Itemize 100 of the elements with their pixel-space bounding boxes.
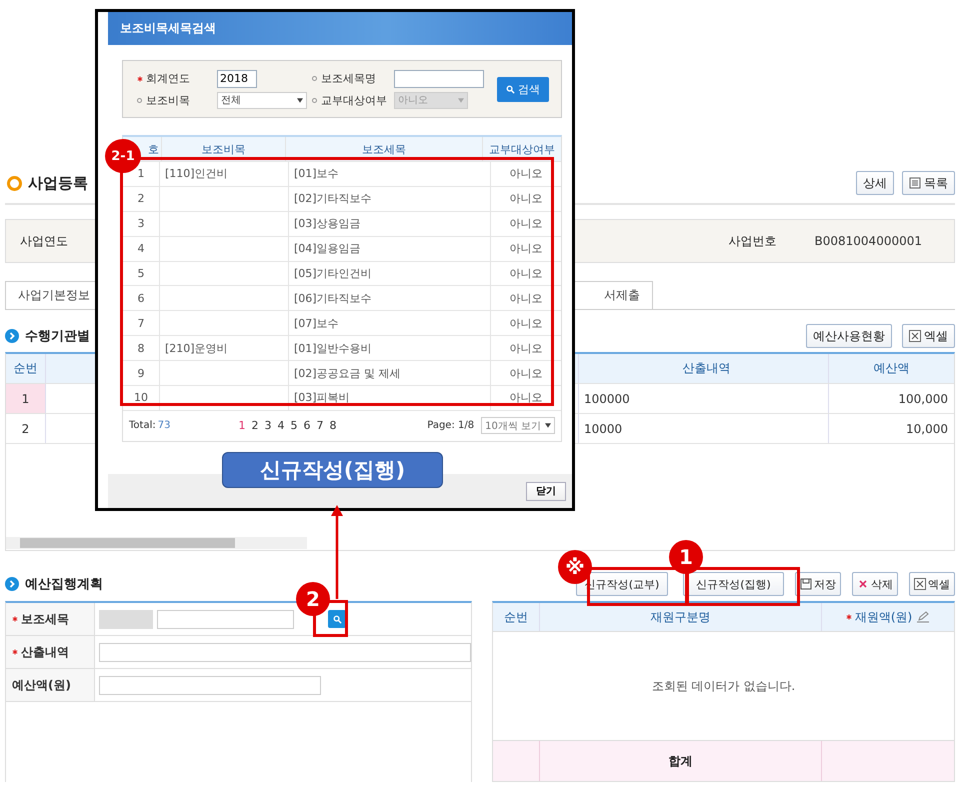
dialog-title: 보조비목세목검색: [108, 12, 572, 45]
input-field[interactable]: [99, 642, 471, 662]
input-field[interactable]: 2018: [217, 70, 257, 88]
table-cell: [02]기타직보수: [289, 186, 491, 211]
field-label: 예산액(원): [12, 676, 71, 694]
column-header: 산출내역: [579, 354, 829, 383]
column-header: 재원액(원): [846, 608, 930, 626]
search-button[interactable]: [328, 610, 346, 628]
table-cell-text: 아니오: [508, 290, 544, 307]
toolbar-button[interactable]: 저장: [795, 572, 841, 596]
table-cell: [02]공공요금 및 제세: [289, 361, 491, 386]
table-cell-text: 아니오: [508, 266, 544, 282]
column-header: 순번: [6, 354, 46, 383]
table-cell: [03]상용임금: [289, 212, 491, 236]
chevron-icon: [5, 577, 19, 591]
page-size-dropdown[interactable]: 10개씩 보기: [481, 417, 555, 434]
ring-icon: [7, 176, 22, 190]
table-cell: [06]기타직보수: [289, 286, 491, 310]
column-header: 보조비목: [162, 137, 286, 161]
field-label: 교부대상여부: [312, 92, 387, 108]
step-badge: 2: [296, 582, 330, 616]
table-cell: [01]일반수용비: [289, 336, 491, 360]
excel-icon: [914, 578, 926, 590]
page-link[interactable]: 2: [251, 419, 258, 432]
excel-icon: [909, 330, 921, 342]
page-link[interactable]: 7: [316, 419, 324, 432]
total-count: 73: [158, 420, 170, 432]
toolbar-button[interactable]: 엑셀: [909, 572, 955, 596]
table-cell: 10000: [579, 414, 829, 443]
table-cell: 2: [6, 414, 46, 443]
chevron-icon: [5, 329, 19, 343]
page-link[interactable]: 1: [238, 419, 246, 432]
table-cell-text: 아니오: [508, 166, 544, 182]
field-label: 사업연도: [20, 232, 68, 250]
caret-icon: [297, 98, 303, 102]
table-cell-text: 아니오: [508, 191, 544, 208]
input-field[interactable]: [157, 610, 294, 628]
table-cell: [03]피복비: [289, 386, 491, 410]
table-cell: 5: [123, 262, 160, 286]
page-link[interactable]: 3: [264, 419, 272, 432]
table-cell: 10: [123, 386, 160, 410]
header-button[interactable]: 목록: [902, 171, 955, 195]
page-link[interactable]: 8: [329, 419, 336, 432]
page-title: 사업등록: [28, 174, 88, 192]
toolbar-button[interactable]: 엑셀: [902, 324, 955, 348]
table-cell: [05]기타인건비: [289, 262, 491, 286]
table-cell-text: 아니오: [508, 390, 544, 406]
save-icon: [800, 578, 812, 590]
section-title: 예산집행계획: [25, 576, 103, 593]
toolbar-button[interactable]: 신규작성(집행): [683, 572, 784, 596]
column-header: 순번: [504, 608, 528, 626]
table-cell: [110]인건비: [165, 166, 228, 182]
field-label: 사업번호: [728, 232, 777, 250]
field-label: 산출내역: [12, 644, 69, 660]
table-cell-text: 10,000: [905, 420, 949, 438]
empty-message: 조회된 데이터가 없습니다.: [652, 678, 796, 694]
table-cell: 7: [123, 311, 160, 336]
input-field[interactable]: [99, 676, 321, 694]
step-badge: 1: [669, 540, 703, 574]
column-header: 재원구분명: [650, 608, 710, 626]
table-cell: 6: [123, 286, 160, 310]
field-label: 보조세목명: [312, 71, 376, 86]
caret-icon: [545, 423, 551, 428]
field-label: 보조비목: [137, 92, 190, 108]
page-link[interactable]: 6: [303, 419, 310, 432]
table-cell: [01]보수: [289, 162, 491, 186]
table-cell-text: 아니오: [508, 316, 544, 332]
search-icon: [506, 84, 515, 94]
table-cell: [07]보수: [289, 311, 491, 336]
search-button[interactable]: 검색: [497, 76, 549, 102]
step-badge: ※: [558, 550, 592, 584]
search-icon: [332, 614, 342, 624]
toolbar-button[interactable]: 예산사용현황: [806, 324, 892, 348]
close-button[interactable]: 닫기: [526, 482, 566, 500]
page-info: Page: 1/8: [427, 420, 474, 432]
callout-label: 신규작성(집행): [222, 452, 443, 488]
column-header: 교부대상여부: [488, 142, 556, 158]
page-link[interactable]: 5: [290, 419, 298, 432]
table-cell: 1: [6, 384, 46, 413]
caret-icon: [458, 98, 464, 102]
table-cell-text: 아니오: [508, 216, 544, 232]
scrollbar[interactable]: [6, 537, 307, 549]
table-cell: 100000: [579, 384, 829, 413]
total-label: 합계: [540, 741, 822, 781]
toolbar-button[interactable]: 삭제: [852, 572, 898, 596]
dropdown[interactable]: 전체: [217, 92, 307, 108]
table-cell: [04]일용임금: [289, 236, 491, 261]
section-title: 수행기관별: [25, 328, 90, 345]
field-value: B0081004000001: [814, 234, 922, 248]
delete-icon: [857, 578, 869, 590]
table-cell-text: 아니오: [508, 366, 544, 382]
table-cell: [210]운영비: [165, 340, 228, 356]
table-cell-text: 아니오: [508, 340, 544, 357]
total-label: Total:: [129, 420, 156, 432]
header-button[interactable]: 상세: [856, 171, 894, 195]
field-label: 보조세목: [12, 610, 69, 628]
table-cell: 2: [123, 186, 160, 211]
page-link[interactable]: 4: [277, 419, 284, 432]
list-icon: [909, 177, 921, 189]
input-field[interactable]: [394, 70, 484, 88]
